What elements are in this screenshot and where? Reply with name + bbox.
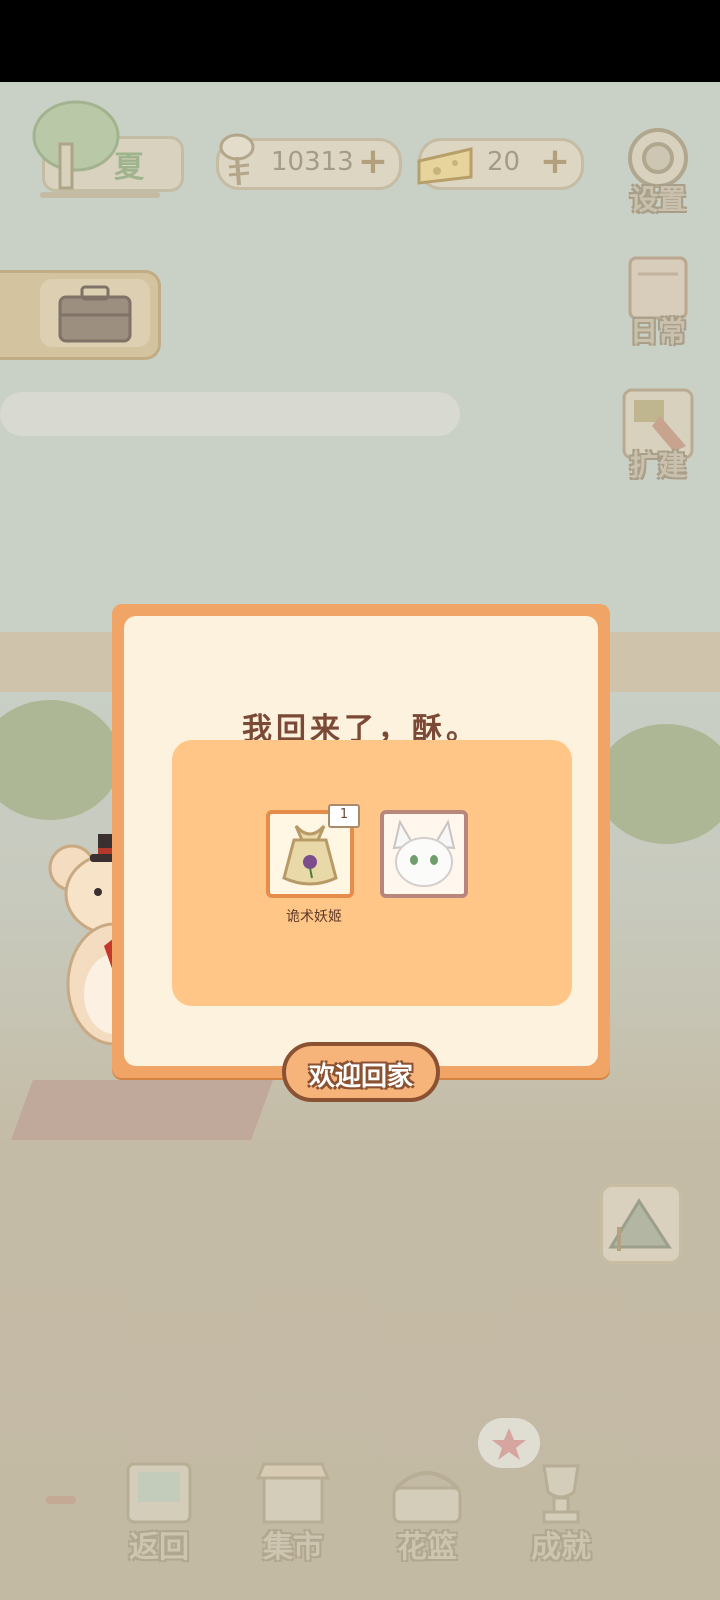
nav-back-label: 返回 <box>129 1530 189 1565</box>
mountain-icon <box>608 1198 672 1251</box>
nav-market-button[interactable]: 集市 <box>248 1458 338 1565</box>
nav-back-button[interactable]: 返回 <box>114 1458 204 1565</box>
season-badge[interactable]: 夏 <box>30 100 184 196</box>
inventory-bag-button[interactable] <box>0 270 161 360</box>
fish-count: 10313 <box>271 147 354 177</box>
item-count-badge: 1 <box>328 804 360 828</box>
cheese-currency: 20 + <box>417 138 584 190</box>
expand-label: 扩建 <box>629 449 686 482</box>
season-progress-bar <box>40 192 160 198</box>
add-fish-button[interactable]: + <box>357 144 389 180</box>
add-cheese-button[interactable]: + <box>539 144 571 180</box>
tree-icon <box>32 100 120 190</box>
collapse-handle[interactable] <box>46 1496 76 1504</box>
fish-currency: 10313 + <box>216 133 402 190</box>
map-button[interactable] <box>600 1184 682 1264</box>
daily-label: 日常 <box>629 315 686 348</box>
trophy-icon <box>542 1464 580 1524</box>
welcome-home-dialog: 我回来了，酥。 1 诡术妖姬 <box>112 604 610 1078</box>
nav-market-label: 集市 <box>263 1530 323 1565</box>
cloud-decoration <box>0 392 460 436</box>
reward-item-character[interactable] <box>380 810 468 898</box>
reward-item-seed-bag[interactable]: 1 诡术妖姬 <box>266 804 360 925</box>
cheese-count: 20 <box>487 147 521 177</box>
nav-flower-basket-button[interactable]: 花篮 <box>382 1458 472 1565</box>
cheese-icon <box>417 147 473 185</box>
briefcase-icon <box>58 285 132 343</box>
market-stall-icon <box>255 1462 331 1524</box>
rug-decoration <box>11 1080 273 1140</box>
nav-achievement-button[interactable]: 成就 <box>516 1458 606 1565</box>
reward-panel: 1 诡术妖姬 <box>172 740 572 1006</box>
status-bar <box>0 0 720 82</box>
season-label: 夏 <box>114 150 144 185</box>
window-door-icon <box>126 1462 192 1524</box>
nav-flower-basket-label: 花篮 <box>397 1530 457 1565</box>
flower-basket-icon <box>392 1471 462 1524</box>
settings-button[interactable]: 设置 <box>620 120 696 216</box>
white-fox-portrait-icon <box>392 819 456 887</box>
reward-item-label: 诡术妖姬 <box>286 909 342 925</box>
nav-achievement-label: 成就 <box>531 1530 591 1565</box>
welcome-home-label: 欢迎回家 <box>308 1062 413 1092</box>
welcome-home-button[interactable]: 欢迎回家 <box>282 1042 440 1102</box>
settings-label: 设置 <box>629 183 686 216</box>
expand-button[interactable]: 扩建 <box>620 386 696 482</box>
fish-bone-icon <box>219 133 255 186</box>
daily-button[interactable]: 日常 <box>620 252 696 348</box>
